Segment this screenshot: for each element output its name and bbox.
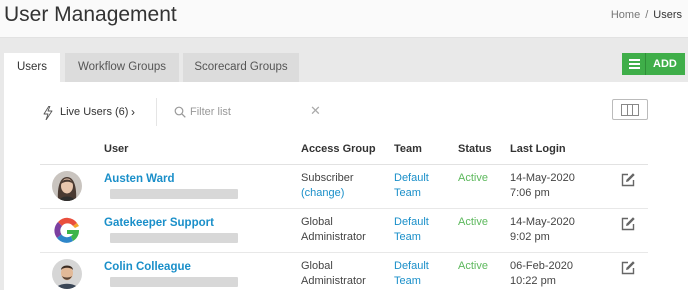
table-header: User Access Group Team Status Last Login bbox=[40, 142, 648, 165]
access-group-label: Global bbox=[301, 216, 333, 228]
avatar bbox=[52, 215, 82, 245]
column-header-access-group[interactable]: Access Group bbox=[301, 143, 376, 155]
column-header-user[interactable]: User bbox=[104, 143, 128, 155]
avatar bbox=[52, 171, 82, 201]
edit-icon[interactable] bbox=[620, 260, 636, 276]
access-group-cell: Global Administrator bbox=[301, 215, 381, 245]
column-toggle-button[interactable] bbox=[612, 99, 648, 120]
live-users-link[interactable]: Live Users (6) bbox=[60, 106, 128, 118]
user-email-redacted bbox=[110, 277, 238, 287]
avatar bbox=[52, 259, 82, 289]
team-line1: Default bbox=[394, 216, 429, 228]
edit-icon[interactable] bbox=[620, 172, 636, 188]
login-time: 9:02 pm bbox=[510, 231, 550, 243]
breadcrumb-current: Users bbox=[653, 9, 682, 21]
tab-scorecard-groups[interactable]: Scorecard Groups bbox=[183, 53, 299, 82]
user-name-link[interactable]: Colin Colleague bbox=[104, 261, 191, 273]
status-label: Active bbox=[458, 216, 488, 228]
team-link[interactable]: Default Team bbox=[394, 171, 444, 201]
tab-workflow-groups[interactable]: Workflow Groups bbox=[65, 53, 179, 82]
team-line1: Default bbox=[394, 260, 429, 272]
search-icon bbox=[174, 106, 186, 118]
user-name-link[interactable]: Austen Ward bbox=[104, 173, 175, 185]
access-group-label-2: Administrator bbox=[301, 231, 366, 243]
add-button[interactable]: ADD bbox=[622, 53, 685, 75]
page-title: User Management bbox=[4, 3, 177, 26]
access-group-label: Global bbox=[301, 260, 333, 272]
filter-bar: Live Users (6) › ✕ bbox=[4, 82, 688, 142]
divider bbox=[156, 98, 157, 126]
login-date: 14-May-2020 bbox=[510, 172, 575, 184]
team-link[interactable]: Default Team bbox=[394, 215, 444, 245]
access-group-cell: Subscriber (change) bbox=[301, 171, 381, 201]
team-line2: Team bbox=[394, 231, 421, 243]
filter-input[interactable] bbox=[190, 104, 305, 120]
team-line2: Team bbox=[394, 187, 421, 199]
team-line2: Team bbox=[394, 275, 421, 287]
lightning-icon bbox=[43, 106, 53, 120]
login-time: 10:22 pm bbox=[510, 275, 556, 287]
access-group-label-2: Administrator bbox=[301, 275, 366, 287]
column-header-status[interactable]: Status bbox=[458, 143, 492, 155]
breadcrumb-separator: / bbox=[645, 9, 649, 21]
breadcrumb: Home / Users bbox=[611, 9, 682, 21]
user-email-redacted bbox=[110, 189, 238, 199]
status-label: Active bbox=[458, 260, 488, 272]
add-button-label: ADD bbox=[653, 58, 677, 70]
change-access-link[interactable]: (change) bbox=[301, 186, 381, 201]
menu-icon bbox=[622, 53, 646, 75]
last-login-cell: 14-May-2020 9:02 pm bbox=[510, 215, 575, 245]
breadcrumb-home[interactable]: Home bbox=[611, 9, 640, 21]
table-row: Austen Ward Subscriber (change) Default … bbox=[40, 165, 648, 209]
chevron-right-icon[interactable]: › bbox=[131, 105, 135, 119]
login-time: 7:06 pm bbox=[510, 187, 550, 199]
page-header: User Management Home / Users bbox=[0, 0, 688, 38]
login-date: 14-May-2020 bbox=[510, 216, 575, 228]
table-row: Colin Colleague Global Administrator Def… bbox=[40, 253, 648, 290]
user-email-redacted bbox=[110, 233, 238, 243]
tab-users[interactable]: Users bbox=[4, 53, 60, 82]
access-group-label: Subscriber bbox=[301, 172, 354, 184]
edit-icon[interactable] bbox=[620, 216, 636, 232]
users-panel: Live Users (6) › ✕ User Access Group Tea… bbox=[4, 82, 688, 290]
user-name-link[interactable]: Gatekeeper Support bbox=[104, 217, 214, 229]
last-login-cell: 06-Feb-2020 10:22 pm bbox=[510, 259, 573, 289]
access-group-cell: Global Administrator bbox=[301, 259, 381, 289]
last-login-cell: 14-May-2020 7:06 pm bbox=[510, 171, 575, 201]
login-date: 06-Feb-2020 bbox=[510, 260, 573, 272]
team-line1: Default bbox=[394, 172, 429, 184]
column-header-last-login[interactable]: Last Login bbox=[510, 143, 566, 155]
status-label: Active bbox=[458, 172, 488, 184]
columns-icon bbox=[621, 104, 639, 116]
column-header-team[interactable]: Team bbox=[394, 143, 422, 155]
table-row: Gatekeeper Support Global Administrator … bbox=[40, 209, 648, 253]
clear-filter-icon[interactable]: ✕ bbox=[310, 104, 321, 118]
team-link[interactable]: Default Team bbox=[394, 259, 444, 289]
